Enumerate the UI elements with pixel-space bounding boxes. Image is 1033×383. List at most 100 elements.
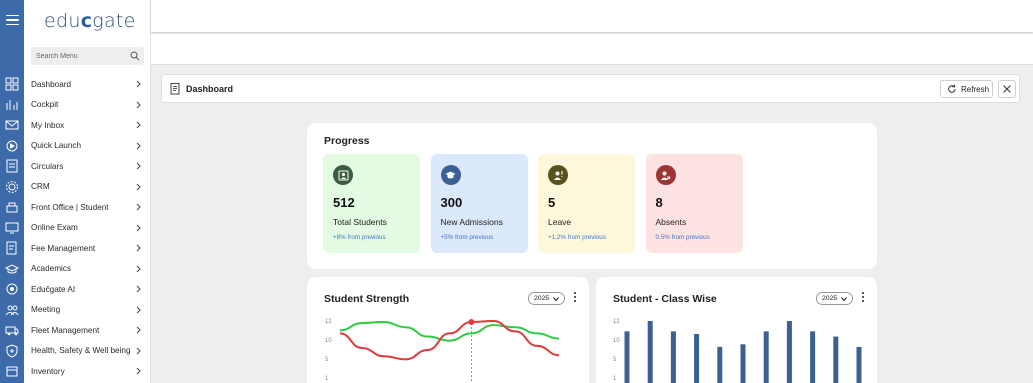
page-title: Dashboard — [186, 84, 234, 94]
chevron-right-icon — [136, 224, 141, 231]
stat-label: Absents — [655, 217, 687, 227]
chevron-right-icon — [136, 101, 141, 108]
sidebar-item-edu-gate-ai[interactable]: Eduĉgate AI — [31, 279, 144, 299]
icon-rail — [0, 0, 24, 383]
ai-icon[interactable] — [5, 282, 19, 296]
user-absent-icon — [655, 165, 676, 185]
stat-tile-new-admissions[interactable]: 300 New Admissions +5% from previous — [430, 154, 528, 253]
class-bar[interactable] — [647, 321, 653, 383]
crm-icon[interactable] — [5, 180, 19, 194]
cockpit-icon[interactable] — [5, 98, 19, 112]
inventory-icon[interactable] — [5, 364, 19, 378]
chevron-right-icon — [136, 285, 141, 293]
sidebar-item-fleet-management[interactable]: Fleet Management — [31, 320, 144, 340]
hamburger-menu-icon[interactable] — [0, 0, 24, 40]
sidebar-item-dashboard[interactable]: Dashboard — [31, 74, 144, 94]
progress-title: Progress — [324, 135, 370, 147]
stat-tile-absents[interactable]: 8 Absents 0.5% from previous — [645, 154, 743, 253]
class-wise-chart: 12 10 5 1 — [613, 319, 862, 383]
circulars-icon[interactable] — [5, 159, 19, 173]
dashboard-icon[interactable] — [5, 77, 19, 91]
graduation-cap-icon — [440, 165, 461, 185]
sidebar-item-label: CRM — [31, 182, 50, 191]
class-bar[interactable] — [717, 346, 723, 383]
sidebar-item-online-exam[interactable]: Online Exam — [31, 218, 144, 238]
sidebar-item-quick-launch[interactable]: Quick Launch — [31, 136, 144, 156]
sidebar-item-academics[interactable]: Academics — [31, 259, 144, 279]
refresh-label: Refresh — [961, 84, 990, 94]
sidebar-item-crm[interactable]: CRM — [31, 177, 144, 197]
user-leave-icon — [548, 165, 568, 185]
stat-change: +8% from previous — [333, 234, 386, 241]
close-button[interactable] — [998, 80, 1016, 98]
refresh-icon — [948, 84, 956, 93]
academics-icon[interactable] — [5, 262, 19, 276]
sidebar-item-my-inbox[interactable]: My Inbox — [31, 115, 144, 135]
progress-card: Progress 512 Total Students +8% from previ… — [307, 123, 877, 269]
class-bar[interactable] — [856, 346, 862, 383]
student-strength-card: Student Strength 2025 12 10 5 1 — [307, 277, 589, 383]
class-bar[interactable] — [786, 321, 792, 383]
chevron-right-icon — [136, 142, 141, 149]
stat-label: New Admissions — [440, 217, 503, 227]
y-tick-label: 12 — [325, 319, 332, 325]
sidebar-item-label: Health, Safety & Well being — [31, 346, 131, 355]
chevron-right-icon — [136, 306, 141, 313]
class-bar[interactable] — [670, 331, 676, 383]
chevron-right-icon — [136, 244, 141, 252]
chevron-right-icon — [136, 265, 141, 272]
close-icon — [1003, 85, 1011, 93]
sidebar-item-label: My Inbox — [31, 120, 65, 130]
class-bar[interactable] — [833, 336, 839, 383]
sidebar-item-inventory[interactable]: Inventory — [31, 361, 144, 381]
y-tick-label: 5 — [613, 357, 617, 363]
sidebar-item-label: Online Exam — [31, 223, 78, 232]
front-office-icon[interactable] — [5, 200, 19, 214]
sidebar-item-cockpit[interactable]: Cockpit — [31, 95, 144, 115]
stat-value: 512 — [333, 195, 355, 210]
app-logo[interactable]: educgate — [44, 10, 136, 32]
dashboard-header: Dashboard Refresh — [161, 74, 1020, 103]
top-header — [151, 0, 1033, 32]
chevron-right-icon — [136, 162, 141, 170]
inbox-icon[interactable] — [5, 118, 19, 132]
chevron-right-icon — [136, 183, 141, 190]
stat-change: 0.5% from previous — [655, 234, 710, 241]
sidebar-item-label: Inventory — [31, 366, 65, 376]
class-bar[interactable] — [740, 344, 746, 383]
sidebar-item-health-safety-well-being[interactable]: Health, Safety & Well being — [31, 341, 144, 361]
class-bar[interactable] — [694, 333, 700, 383]
meeting-icon[interactable] — [5, 303, 19, 317]
sidebar-item-fee-management[interactable]: Fee Management — [31, 238, 144, 258]
chevron-right-icon — [136, 347, 141, 354]
stat-value: 5 — [548, 195, 556, 210]
fee-icon[interactable] — [5, 241, 19, 255]
sidebar-item-label: Eduĉgate AI — [31, 284, 76, 294]
quick-launch-icon[interactable] — [5, 139, 19, 153]
search-icon[interactable] — [130, 51, 140, 61]
class-bar[interactable] — [810, 331, 816, 383]
chevron-right-icon — [136, 203, 141, 211]
y-tick-label: 5 — [325, 357, 329, 363]
sidebar-item-meeting[interactable]: Meeting — [31, 300, 144, 320]
sidebar-item-label: Academics — [31, 264, 72, 273]
search-input[interactable] — [31, 47, 127, 65]
chevron-right-icon — [136, 326, 141, 334]
class-bar[interactable] — [763, 331, 769, 383]
online-exam-icon[interactable] — [5, 221, 19, 235]
y-tick-label: 1 — [325, 376, 329, 382]
sidebar-item-label: Meeting — [31, 305, 61, 314]
health-icon[interactable] — [5, 343, 19, 358]
sidebar-item-front-office-student[interactable]: Front Office | Student — [31, 197, 144, 217]
fleet-icon[interactable] — [5, 323, 19, 337]
search-box — [31, 47, 144, 65]
refresh-button[interactable]: Refresh — [940, 80, 993, 98]
highlight-point[interactable] — [468, 319, 475, 326]
class-bar[interactable] — [624, 331, 630, 383]
stat-tile-total-students[interactable]: 512 Total Students +8% from previous — [323, 154, 420, 253]
sidebar-item-circulars[interactable]: Circulars — [31, 156, 144, 176]
sidebar-item-label: Fleet Management — [31, 325, 100, 335]
chevron-right-icon — [136, 80, 141, 88]
chevron-right-icon — [136, 121, 141, 129]
stat-tile-leave[interactable]: 5 Leave +1,2% from previous — [538, 154, 635, 253]
